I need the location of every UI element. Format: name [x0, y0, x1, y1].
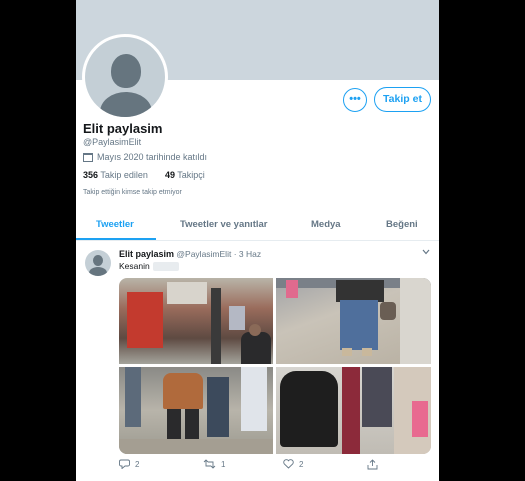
profile-panel: ••• Takip et Elit paylasim @PaylasimElit…: [76, 0, 439, 481]
tweet-avatar-head-shape: [93, 255, 103, 266]
retweet-action[interactable]: 1: [203, 459, 225, 469]
tweet-avatar-body-shape: [89, 267, 107, 276]
profile-name: Elit paylasim: [83, 121, 163, 136]
tweet-photo-1[interactable]: [119, 278, 273, 364]
avatar-head-shape: [111, 54, 141, 88]
like-action[interactable]: 2: [283, 459, 303, 469]
avatar-body-shape: [100, 92, 152, 117]
active-tab-indicator: [76, 238, 156, 240]
followers-count: 49: [164, 170, 175, 180]
reply-icon: [119, 459, 130, 469]
tweet-photo-4[interactable]: [276, 367, 431, 454]
tweet-media-grid: [119, 278, 431, 454]
join-date-text: Mayıs 2020 tarihinde katıldı: [97, 152, 208, 162]
profile-stats: 356 Takip edilen 49 Takipçi: [83, 170, 205, 180]
share-icon: [367, 459, 378, 470]
retweet-icon: [203, 459, 216, 469]
share-action[interactable]: [367, 459, 378, 470]
calendar-icon: [83, 152, 93, 162]
tweet-text-content: Kesanin: [119, 261, 150, 271]
reply-action[interactable]: 2: [119, 459, 139, 469]
tweet-avatar[interactable]: [85, 250, 111, 276]
profile-avatar[interactable]: [82, 34, 168, 120]
like-count: 2: [299, 459, 304, 469]
profile-tabs: Tweetler Tweetler ve yanıtlar Medya Beğe…: [76, 210, 439, 241]
following-count: 356: [83, 170, 99, 180]
tweet-header: Elit paylasim @PaylasimElit · 3 Haz: [119, 249, 261, 259]
tweet-separator: ·: [233, 249, 237, 259]
tweet-photo-2[interactable]: [276, 278, 431, 364]
retweet-count: 1: [221, 459, 226, 469]
tab-likes[interactable]: Beğeni: [386, 219, 418, 230]
follow-button[interactable]: Takip et: [374, 87, 431, 112]
join-date: Mayıs 2020 tarihinde katıldı: [83, 152, 207, 162]
tweet-author-name[interactable]: Elit paylasim: [119, 249, 174, 259]
profile-handle: @PaylasimElit: [83, 137, 142, 147]
followers-label: Takipçi: [177, 170, 205, 180]
following-stat[interactable]: 356 Takip edilen: [83, 170, 150, 180]
tweet-photo-3[interactable]: [119, 367, 273, 454]
following-label: Takip edilen: [100, 170, 148, 180]
tab-tweets-replies[interactable]: Tweetler ve yanıtlar: [180, 219, 267, 230]
tab-tweets[interactable]: Tweetler: [96, 219, 134, 230]
tab-media[interactable]: Medya: [311, 219, 341, 230]
reply-count: 2: [135, 459, 140, 469]
heart-icon: [283, 459, 294, 469]
tweet-actions: 2 1 2: [119, 459, 419, 473]
chevron-down-icon[interactable]: [422, 248, 430, 257]
tweet-text: Kesanin: [119, 261, 179, 271]
tweet-author-handle[interactable]: @PaylasimElit: [176, 249, 231, 259]
tweet-date[interactable]: 3 Haz: [239, 249, 261, 259]
followers-stat[interactable]: 49 Takipçi: [165, 170, 205, 180]
blurred-text: [152, 261, 179, 271]
more-options-button[interactable]: •••: [343, 88, 367, 112]
no-mutual-follow-note: Takip ettiğin kimse takip etmiyor: [83, 189, 182, 196]
